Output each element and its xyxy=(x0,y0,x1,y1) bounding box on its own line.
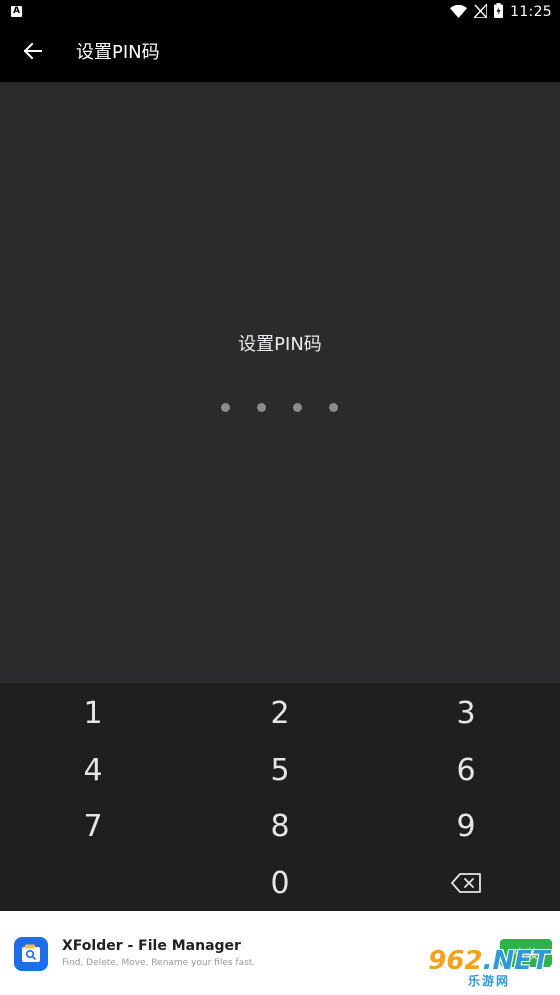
notification-icon: A xyxy=(11,6,22,17)
pin-prompt: 设置PIN码 xyxy=(238,334,322,355)
pin-dot xyxy=(329,403,338,412)
backspace-icon xyxy=(451,866,481,901)
watermark-logo: 962.NET 乐游网 xyxy=(424,945,554,991)
key-3[interactable]: 3 xyxy=(406,687,526,739)
key-6[interactable]: 6 xyxy=(406,744,526,796)
arrow-left-icon xyxy=(23,42,42,63)
ad-subtitle: Find, Delete, Move, Rename your files fa… xyxy=(62,958,256,968)
watermark-sub: 乐游网 xyxy=(467,974,510,988)
key-4[interactable]: 4 xyxy=(33,744,153,796)
pin-dot xyxy=(293,403,302,412)
key-0[interactable]: 0 xyxy=(220,857,340,909)
key-1[interactable]: 1 xyxy=(33,687,153,739)
key-2[interactable]: 2 xyxy=(220,687,340,739)
key-5[interactable]: 5 xyxy=(220,744,340,796)
pin-dot xyxy=(221,403,230,412)
back-button[interactable] xyxy=(18,38,48,68)
page-title: 设置PIN码 xyxy=(76,42,160,63)
app-icon xyxy=(14,937,48,971)
key-8[interactable]: 8 xyxy=(220,800,340,852)
pin-indicator xyxy=(0,403,560,413)
no-sim-icon xyxy=(472,1,488,22)
watermark-suffix: .NET xyxy=(482,946,550,976)
numeric-keypad: 1 2 3 4 5 6 7 8 9 0 xyxy=(0,683,560,911)
watermark-digits: 962 xyxy=(428,946,483,976)
clock: 11:25 xyxy=(510,4,552,20)
key-7[interactable]: 7 xyxy=(33,800,153,852)
backspace-button[interactable] xyxy=(406,857,526,909)
status-bar: A 11:25 xyxy=(0,0,560,24)
app-bar: 设置PIN码 xyxy=(0,24,560,82)
ad-banner[interactable]: XFolder - File Manager Find, Delete, Mov… xyxy=(0,911,560,995)
ad-title: XFolder - File Manager xyxy=(62,938,241,954)
watermark-main: 962.NET xyxy=(428,948,549,974)
pin-dot xyxy=(257,403,266,412)
wifi-icon xyxy=(450,3,468,22)
key-9[interactable]: 9 xyxy=(406,800,526,852)
battery-icon xyxy=(494,2,504,22)
status-icons: 11:25 xyxy=(450,0,552,24)
pin-entry-area: 设置PIN码 xyxy=(0,82,560,683)
